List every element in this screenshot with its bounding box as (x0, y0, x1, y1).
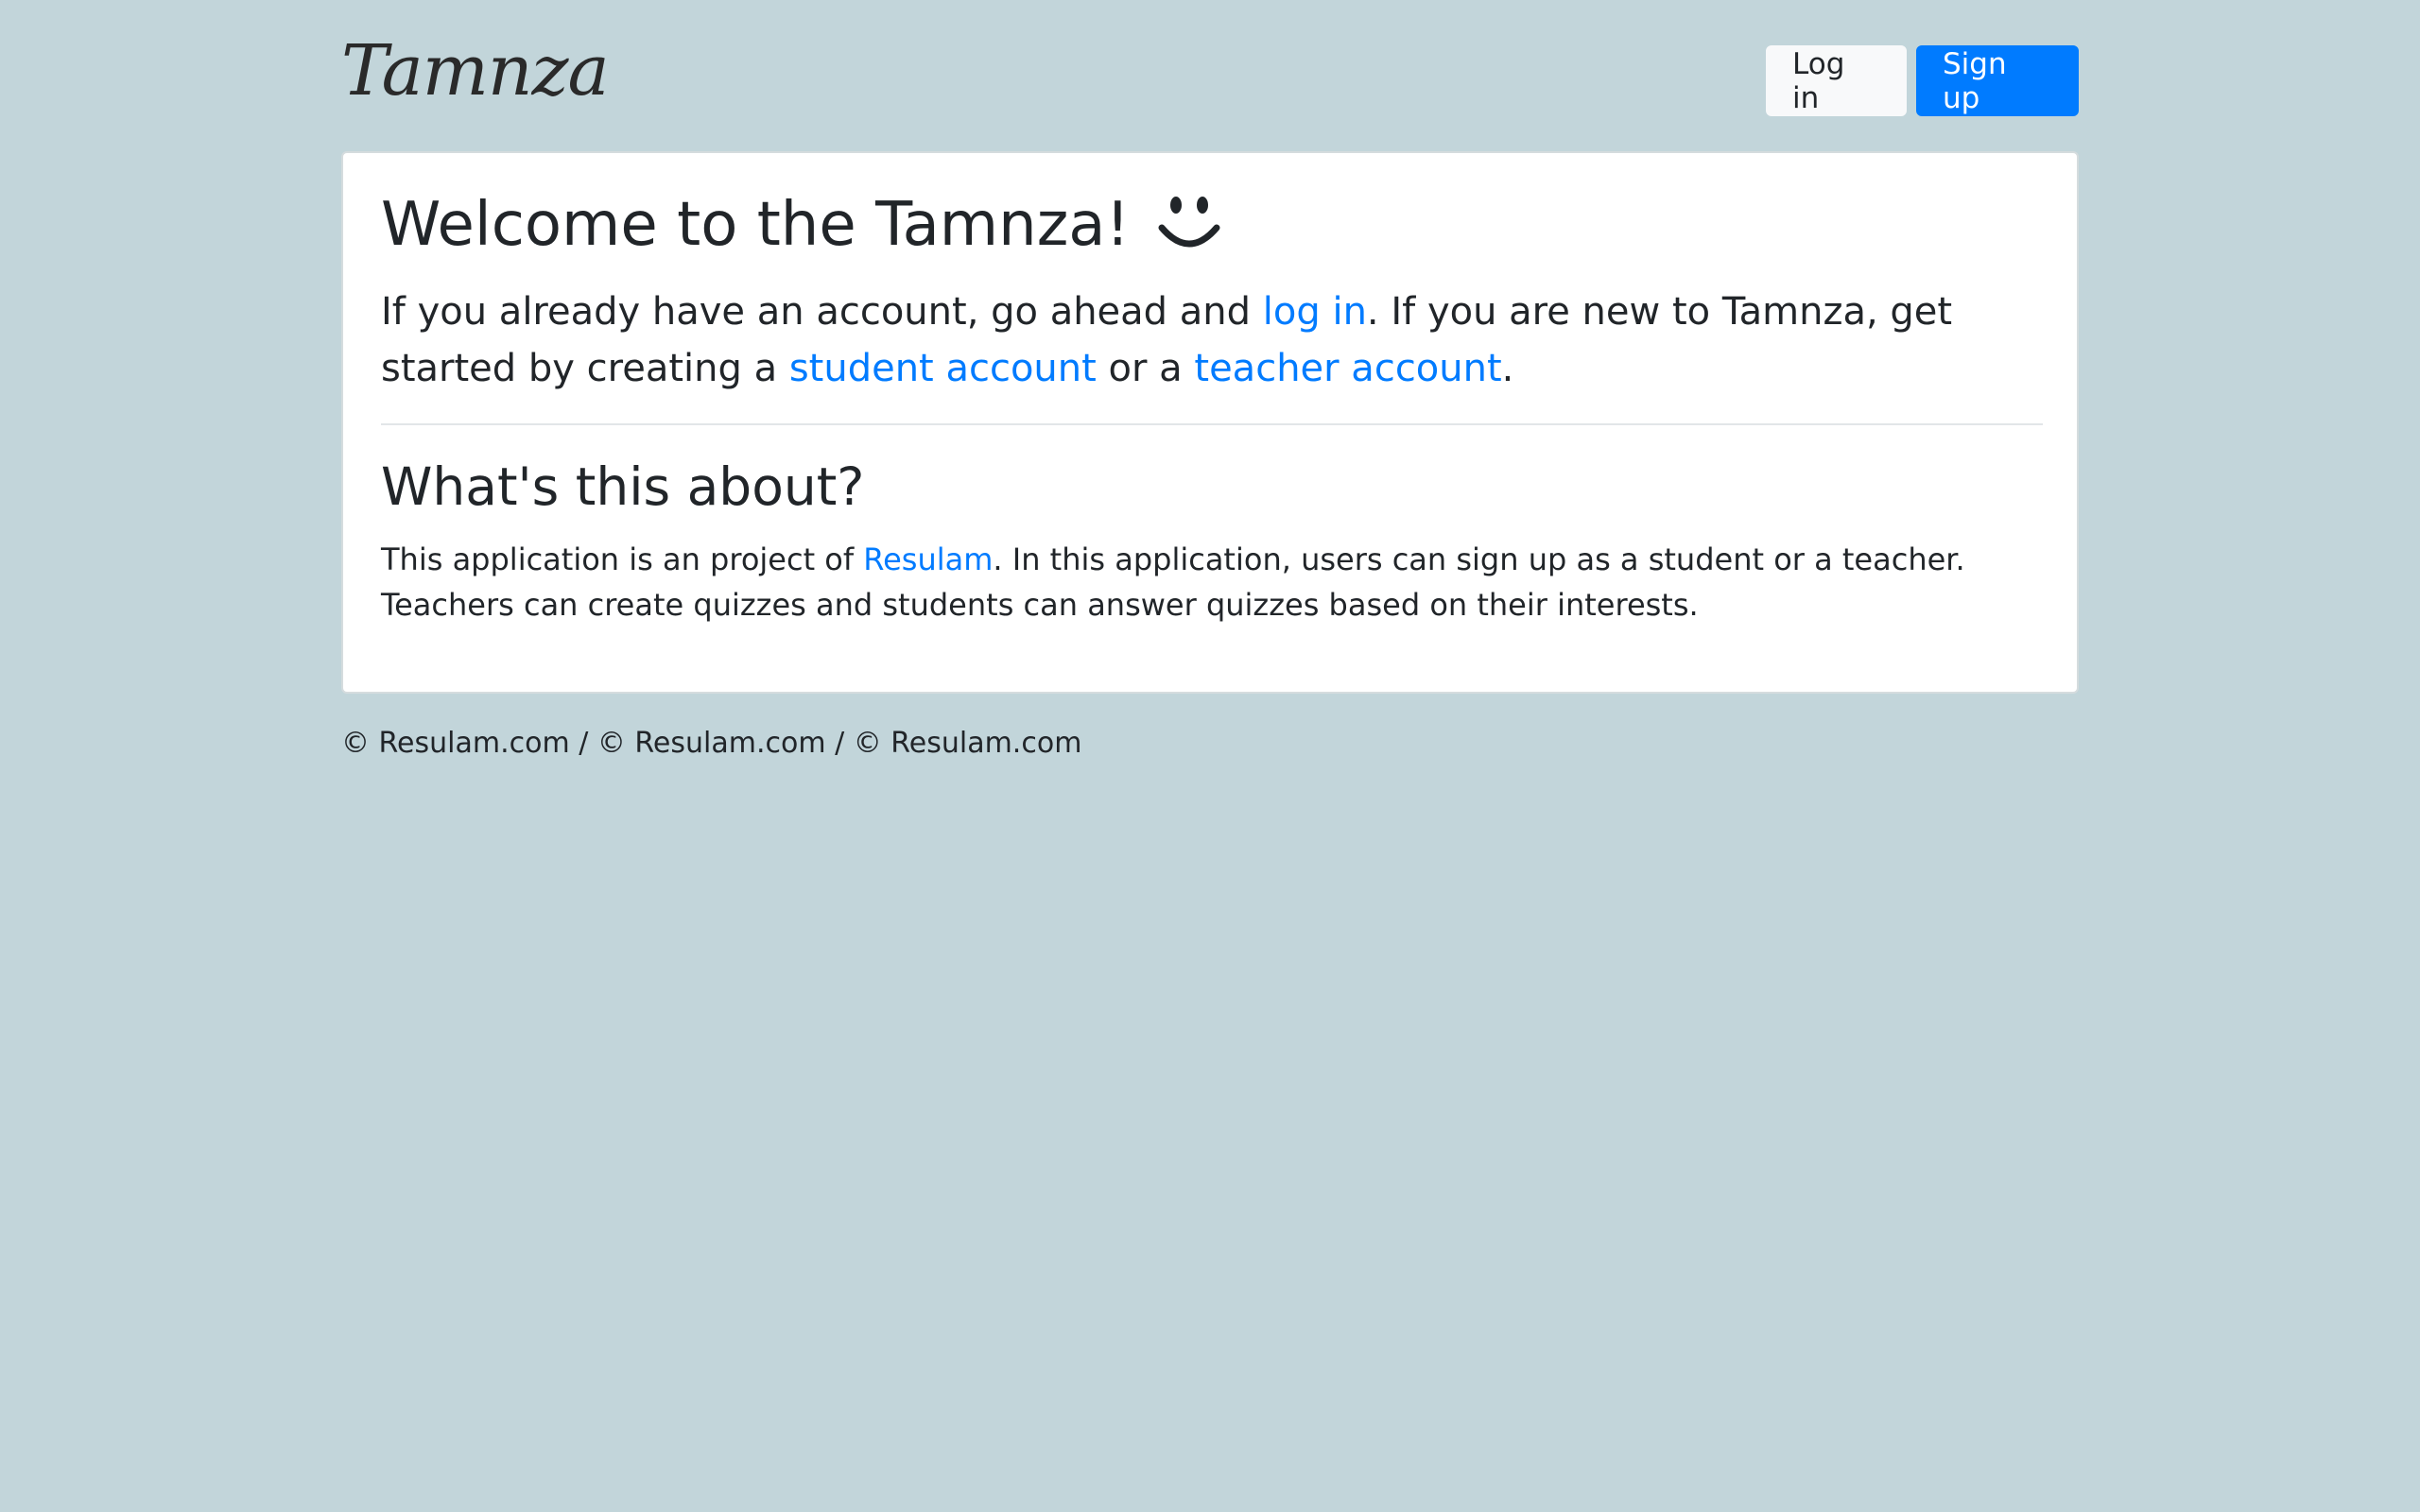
welcome-heading: Welcome to the Tamnza! (381, 189, 1222, 262)
resulam-link[interactable]: Resulam (863, 541, 993, 577)
student-account-link[interactable]: student account (789, 347, 1097, 390)
welcome-intro: If you already have an account, go ahead… (381, 284, 2043, 397)
signup-button[interactable]: Sign up (1916, 45, 2079, 116)
about-text: This application is an project of Resula… (381, 537, 2043, 627)
smile-icon (1158, 197, 1220, 248)
login-button[interactable]: Log in (1766, 45, 1907, 116)
navbar: Tamnza Log in Sign up (341, 0, 2079, 151)
intro-text-1: If you already have an account, go ahead… (381, 290, 1263, 334)
login-link[interactable]: log in (1263, 290, 1367, 334)
about-heading: What's this about? (381, 456, 865, 517)
footer-copyright: © Resulam.com / © Resulam.com / © Resula… (341, 727, 1082, 760)
brand-logo[interactable]: Tamnza (341, 36, 610, 106)
intro-text-4: . (1501, 347, 1514, 390)
teacher-account-link[interactable]: teacher account (1194, 347, 1501, 390)
nav-buttons: Log in Sign up (1766, 45, 2079, 116)
welcome-title-text: Welcome to the Tamnza! (381, 190, 1131, 260)
section-divider (381, 423, 2043, 425)
about-text-1: This application is an project of (381, 541, 864, 577)
page-container: Tamnza Log in Sign up Welcome to the Tam… (341, 0, 2079, 760)
welcome-card: Welcome to the Tamnza! If you already ha… (341, 151, 2079, 694)
intro-text-3: or a (1096, 347, 1195, 390)
